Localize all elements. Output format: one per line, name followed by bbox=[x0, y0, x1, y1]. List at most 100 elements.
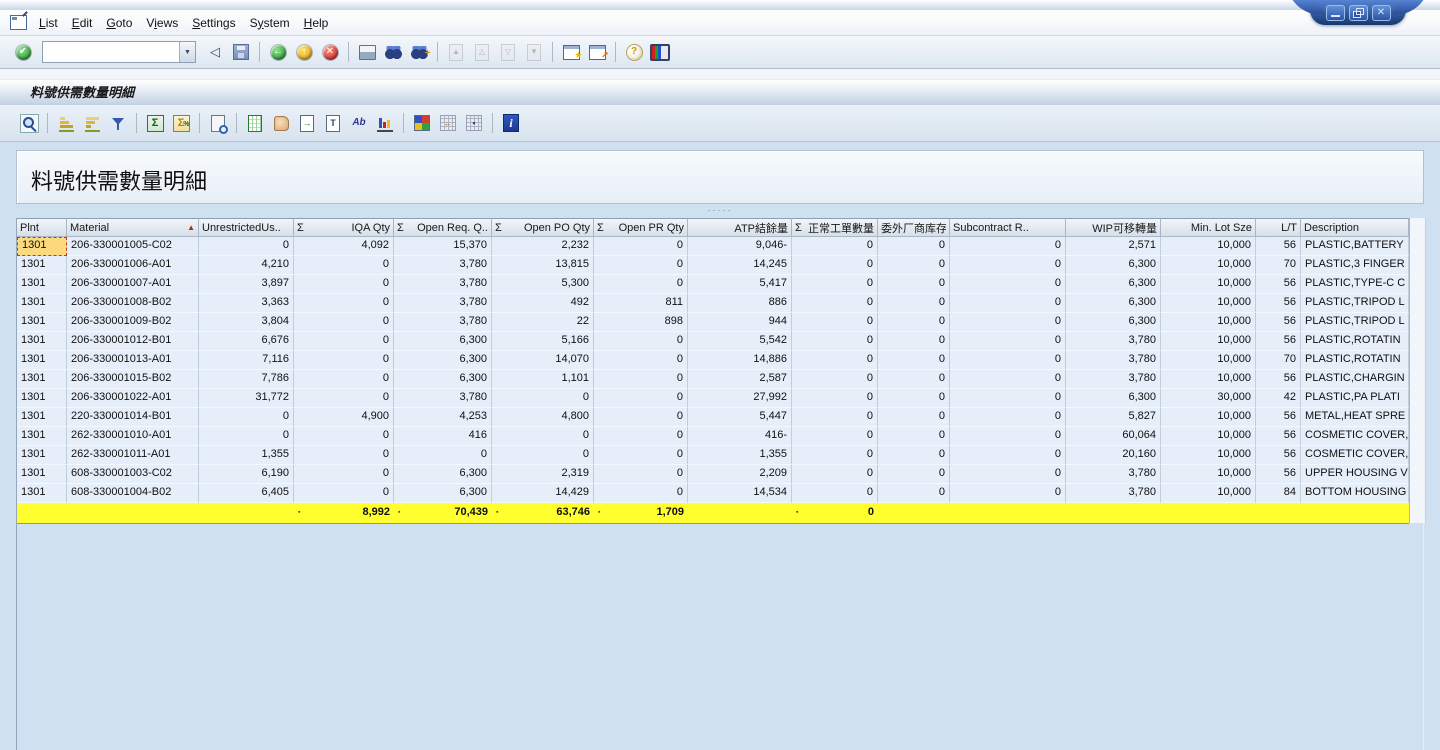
cell-open_req_qty[interactable]: 3,780 bbox=[394, 275, 492, 294]
cell-subcontract_r[interactable]: 0 bbox=[950, 446, 1066, 465]
column-header-description[interactable]: Description bbox=[1301, 218, 1409, 237]
cell-atp_balance[interactable]: 886 bbox=[688, 294, 792, 313]
cell-open_req_qty[interactable]: 3,780 bbox=[394, 256, 492, 275]
cell-normal_wo_qty[interactable]: 0 bbox=[792, 313, 878, 332]
cell-atp_balance[interactable]: 416- bbox=[688, 427, 792, 446]
cell-open_po_qty[interactable]: 14,429 bbox=[492, 484, 594, 503]
cell-subcon_vendor_stock[interactable]: 0 bbox=[878, 465, 950, 484]
cell-description[interactable]: PLASTIC,ROTATIN bbox=[1301, 332, 1409, 351]
cell-subcontract_r[interactable]: 0 bbox=[950, 313, 1066, 332]
cell-lt[interactable]: 56 bbox=[1256, 370, 1301, 389]
cell-atp_balance[interactable]: 27,992 bbox=[688, 389, 792, 408]
abc-analysis-button[interactable]: Ab bbox=[347, 110, 371, 136]
cell-subcon_vendor_stock[interactable]: 0 bbox=[878, 484, 950, 503]
cell-open_pr_qty[interactable]: 0 bbox=[594, 446, 688, 465]
cell-unrestricted_use[interactable]: 1,355 bbox=[199, 446, 294, 465]
cell-lt[interactable]: 70 bbox=[1256, 351, 1301, 370]
subtotal-marker-icon[interactable]: ▪ bbox=[398, 503, 400, 523]
cell-iqa_qty[interactable]: 0 bbox=[294, 446, 394, 465]
cell-iqa_qty[interactable]: 0 bbox=[294, 389, 394, 408]
cell-material[interactable]: 608-330001003-C02 bbox=[67, 465, 199, 484]
cell-plnt[interactable]: 1301 bbox=[17, 294, 67, 313]
cell-description[interactable]: BOTTOM HOUSING bbox=[1301, 484, 1409, 503]
find-next-button[interactable] bbox=[407, 39, 431, 65]
column-header-min_lot_size[interactable]: Min. Lot Sze bbox=[1161, 218, 1256, 237]
cell-wip_transferable[interactable]: 60,064 bbox=[1066, 427, 1161, 446]
cell-wip_transferable[interactable]: 6,300 bbox=[1066, 294, 1161, 313]
cell-subcontract_r[interactable]: 0 bbox=[950, 332, 1066, 351]
restore-button[interactable] bbox=[1349, 5, 1368, 21]
cell-subcon_vendor_stock[interactable]: 0 bbox=[878, 332, 950, 351]
cell-open_pr_qty[interactable]: 811 bbox=[594, 294, 688, 313]
cell-normal_wo_qty[interactable]: 0 bbox=[792, 446, 878, 465]
cell-iqa_qty[interactable]: 4,092 bbox=[294, 237, 394, 256]
subtotal-button[interactable]: Σ bbox=[169, 110, 193, 136]
subtotal-marker-icon[interactable]: ▪ bbox=[496, 503, 498, 523]
cell-description[interactable]: METAL,HEAT SPRE bbox=[1301, 408, 1409, 427]
column-header-material[interactable]: Material▲ bbox=[67, 218, 199, 237]
cell-material[interactable]: 206-330001007-A01 bbox=[67, 275, 199, 294]
cell-open_pr_qty[interactable]: 0 bbox=[594, 465, 688, 484]
cell-lt[interactable]: 56 bbox=[1256, 313, 1301, 332]
total-button[interactable]: Σ bbox=[143, 110, 167, 136]
cell-min_lot_size[interactable]: 10,000 bbox=[1161, 370, 1256, 389]
cell-atp_balance[interactable]: 5,542 bbox=[688, 332, 792, 351]
cell-min_lot_size[interactable]: 10,000 bbox=[1161, 465, 1256, 484]
cell-subcontract_r[interactable]: 0 bbox=[950, 351, 1066, 370]
command-input[interactable] bbox=[43, 43, 179, 61]
cell-open_pr_qty[interactable]: 0 bbox=[594, 275, 688, 294]
cell-plnt[interactable]: 1301 bbox=[17, 427, 67, 446]
cell-open_req_qty[interactable]: 3,780 bbox=[394, 313, 492, 332]
cell-description[interactable]: PLASTIC,CHARGIN bbox=[1301, 370, 1409, 389]
cell-open_req_qty[interactable]: 6,300 bbox=[394, 351, 492, 370]
cell-atp_balance[interactable]: 5,417 bbox=[688, 275, 792, 294]
cell-iqa_qty[interactable]: 0 bbox=[294, 427, 394, 446]
cell-open_po_qty[interactable]: 2,232 bbox=[492, 237, 594, 256]
cell-open_po_qty[interactable]: 0 bbox=[492, 446, 594, 465]
cell-iqa_qty[interactable]: 4,900 bbox=[294, 408, 394, 427]
cell-iqa_qty[interactable]: 0 bbox=[294, 332, 394, 351]
cell-subcon_vendor_stock[interactable]: 0 bbox=[878, 370, 950, 389]
info-button[interactable]: i bbox=[499, 110, 523, 136]
print-button[interactable] bbox=[355, 39, 379, 65]
cell-subcon_vendor_stock[interactable]: 0 bbox=[878, 351, 950, 370]
cell-subcon_vendor_stock[interactable]: 0 bbox=[878, 408, 950, 427]
column-header-lt[interactable]: L/T bbox=[1256, 218, 1301, 237]
cell-iqa_qty[interactable]: 0 bbox=[294, 313, 394, 332]
cell-subcontract_r[interactable]: 0 bbox=[950, 275, 1066, 294]
cell-normal_wo_qty[interactable]: 0 bbox=[792, 389, 878, 408]
cell-plnt[interactable]: 1301 bbox=[17, 351, 67, 370]
column-header-normal_wo_qty[interactable]: Σ正常工單數量 bbox=[792, 218, 878, 237]
subtotal-marker-icon[interactable]: ▪ bbox=[298, 503, 300, 523]
cell-material[interactable]: 206-330001022-A01 bbox=[67, 389, 199, 408]
cell-lt[interactable]: 56 bbox=[1256, 294, 1301, 313]
menu-list[interactable]: List bbox=[37, 13, 70, 33]
command-dropdown-icon[interactable]: ▼ bbox=[179, 42, 195, 62]
cell-wip_transferable[interactable]: 6,300 bbox=[1066, 389, 1161, 408]
cell-plnt[interactable]: 1301 bbox=[17, 237, 67, 256]
column-header-iqa_qty[interactable]: ΣIQA Qty bbox=[294, 218, 394, 237]
cell-open_po_qty[interactable]: 1,101 bbox=[492, 370, 594, 389]
cell-normal_wo_qty[interactable]: 0 bbox=[792, 237, 878, 256]
cell-description[interactable]: PLASTIC,TRIPOD L bbox=[1301, 313, 1409, 332]
cell-open_pr_qty[interactable]: 0 bbox=[594, 427, 688, 446]
cell-normal_wo_qty[interactable]: 0 bbox=[792, 427, 878, 446]
cell-iqa_qty[interactable]: 0 bbox=[294, 370, 394, 389]
cell-normal_wo_qty[interactable]: 0 bbox=[792, 465, 878, 484]
cell-atp_balance[interactable]: 14,886 bbox=[688, 351, 792, 370]
cell-atp_balance[interactable]: 1,355 bbox=[688, 446, 792, 465]
cell-min_lot_size[interactable]: 10,000 bbox=[1161, 313, 1256, 332]
cell-material[interactable]: 206-330001009-B02 bbox=[67, 313, 199, 332]
cell-subcontract_r[interactable]: 0 bbox=[950, 237, 1066, 256]
cell-open_req_qty[interactable]: 3,780 bbox=[394, 389, 492, 408]
cell-material[interactable]: 206-330001008-B02 bbox=[67, 294, 199, 313]
cell-min_lot_size[interactable]: 10,000 bbox=[1161, 332, 1256, 351]
cell-unrestricted_use[interactable]: 0 bbox=[199, 427, 294, 446]
cell-wip_transferable[interactable]: 2,571 bbox=[1066, 237, 1161, 256]
cell-atp_balance[interactable]: 5,447 bbox=[688, 408, 792, 427]
cell-plnt[interactable]: 1301 bbox=[17, 408, 67, 427]
cell-normal_wo_qty[interactable]: 0 bbox=[792, 256, 878, 275]
cell-wip_transferable[interactable]: 3,780 bbox=[1066, 484, 1161, 503]
cell-atp_balance[interactable]: 14,534 bbox=[688, 484, 792, 503]
cell-description[interactable]: PLASTIC,TYPE-C C bbox=[1301, 275, 1409, 294]
